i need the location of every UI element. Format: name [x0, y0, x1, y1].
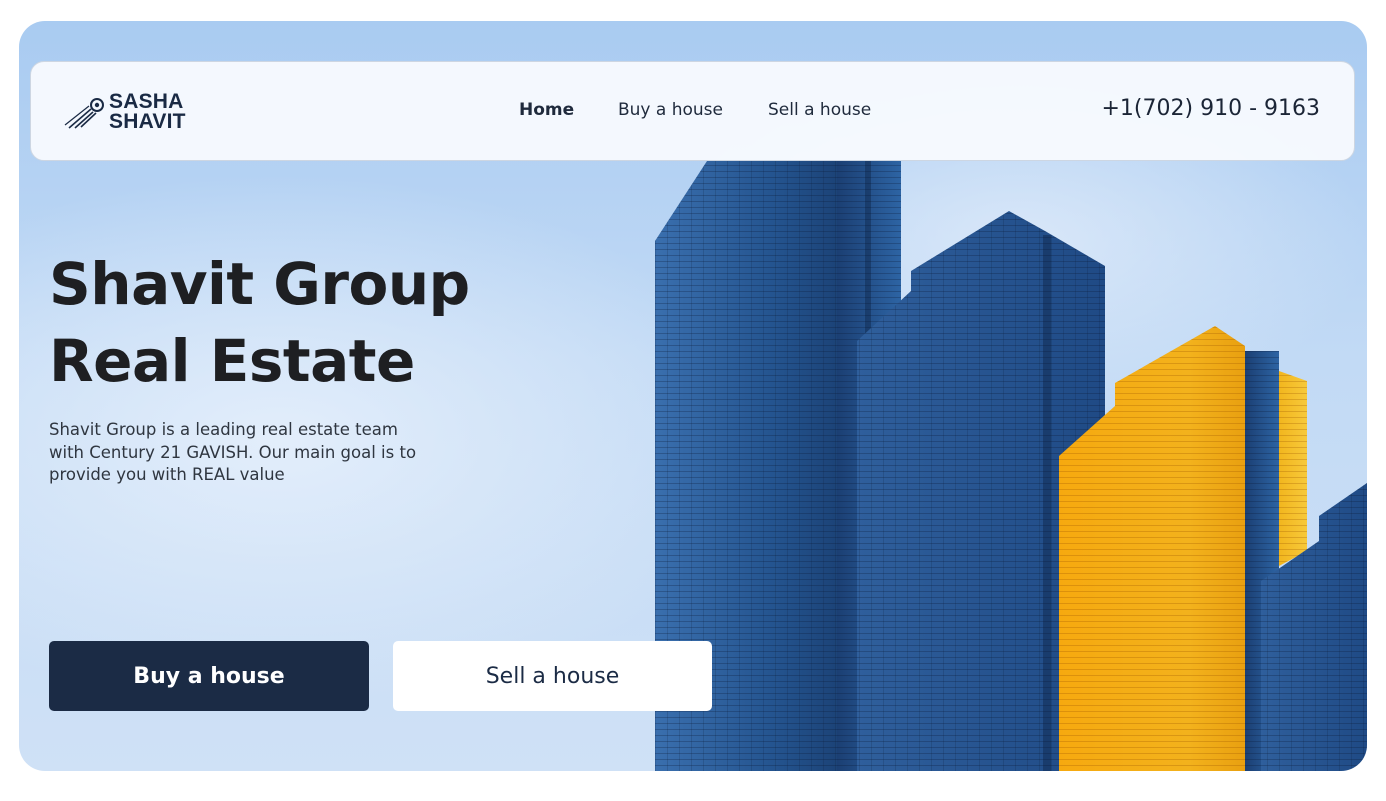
hero-title: Shavit Group Real Estate — [49, 246, 470, 400]
brand-logo[interactable]: SASHA SHAVIT — [63, 90, 203, 134]
shooting-star-logo-icon — [64, 98, 104, 129]
hero-section: SASHA SHAVIT Home Buy a house Sell a hou… — [19, 21, 1367, 771]
hero-title-line1: Shavit Group — [49, 250, 470, 318]
brand-name-line2: SHAVIT — [109, 110, 186, 133]
buy-a-house-button[interactable]: Buy a house — [49, 641, 369, 711]
nav-link-home[interactable]: Home — [519, 100, 574, 120]
brand-name: SASHA SHAVIT — [109, 90, 186, 133]
nav-link-sell-a-house[interactable]: Sell a house — [768, 100, 871, 120]
sell-a-house-button[interactable]: Sell a house — [393, 641, 712, 711]
nav-link-buy-a-house[interactable]: Buy a house — [618, 100, 723, 120]
phone-number-link[interactable]: +1(702) 910 - 9163 — [1102, 96, 1321, 121]
hero-title-line2: Real Estate — [49, 327, 415, 395]
hero-description: Shavit Group is a leading real estate te… — [49, 420, 417, 484]
brand-name-line1: SASHA — [109, 90, 184, 113]
top-navigation-bar: SASHA SHAVIT Home Buy a house Sell a hou… — [30, 61, 1355, 161]
